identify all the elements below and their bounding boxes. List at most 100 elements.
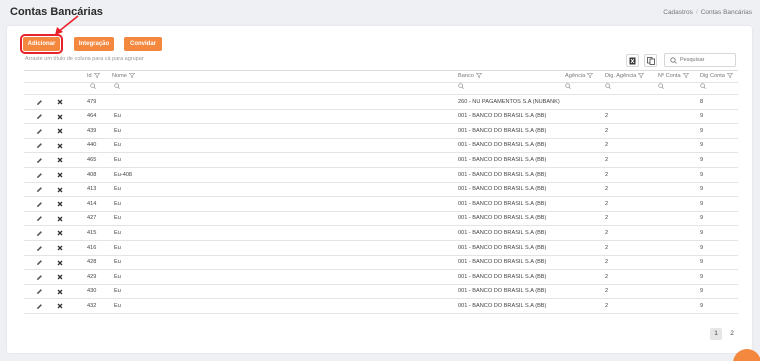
excel-export-icon <box>629 57 636 64</box>
filter-icon[interactable] <box>475 73 483 79</box>
cell-banco: 001 - BANCO DO BRASIL S.A (BB) <box>458 113 547 120</box>
pencil-icon <box>37 187 42 193</box>
filter-cell-id[interactable] <box>90 83 96 94</box>
cell-dig-conta: 8 <box>700 98 704 105</box>
delete-button[interactable] <box>57 213 63 224</box>
column-chooser-button[interactable] <box>644 54 657 67</box>
close-icon <box>57 289 63 295</box>
table-row[interactable]: 408 Eu-408 001 - BANCO DO BRASIL S.A (BB) 2… <box>24 168 738 183</box>
cell-banco: 001 - BANCO DO BRASIL S.A (BB) <box>458 288 547 295</box>
delete-button[interactable] <box>57 243 63 254</box>
edit-button[interactable] <box>36 97 43 108</box>
pencil-icon <box>37 99 42 105</box>
filter-cell-numero-conta[interactable] <box>658 83 664 94</box>
add-button[interactable]: Adicionar <box>20 34 63 54</box>
edit-button[interactable] <box>36 243 43 254</box>
page-button-1[interactable]: 1 <box>710 328 722 340</box>
delete-button[interactable] <box>57 184 63 195</box>
edit-button[interactable] <box>36 111 43 122</box>
filter-icon[interactable] <box>638 73 645 79</box>
edit-button[interactable] <box>36 272 43 283</box>
table-row[interactable]: 479 260 - NU PAGAMENTOS S.A (NUBANK) 8 <box>24 95 738 110</box>
table-row[interactable]: 413 Eu 001 - BANCO DO BRASIL S.A (BB) 2 9 <box>24 183 738 198</box>
table-row[interactable]: 429 Eu 001 - BANCO DO BRASIL S.A (BB) 2 9 <box>24 270 738 285</box>
column-header-id[interactable]: Id <box>87 71 101 82</box>
search-icon <box>605 83 611 89</box>
delete-button[interactable] <box>57 155 63 166</box>
column-header-agencia[interactable]: Agência <box>565 71 594 82</box>
cell-nome: Eu <box>114 273 121 280</box>
delete-button[interactable] <box>57 228 63 239</box>
filter-cell-agencia[interactable] <box>565 83 571 94</box>
edit-button[interactable] <box>36 199 43 210</box>
table-row[interactable]: 465 Eu 001 - BANCO DO BRASIL S.A (BB) 2 9 <box>24 153 738 168</box>
cell-dig-conta: 9 <box>700 142 704 149</box>
table-row[interactable]: 415 Eu 001 - BANCO DO BRASIL S.A (BB) 2 9 <box>24 226 738 241</box>
search-box[interactable] <box>664 53 736 67</box>
delete-button[interactable] <box>57 126 63 137</box>
edit-button[interactable] <box>36 184 43 195</box>
table-row[interactable]: 416 Eu 001 - BANCO DO BRASIL S.A (BB) 2 9 <box>24 241 738 256</box>
close-icon <box>57 201 63 207</box>
filter-cell-dig-conta[interactable] <box>700 83 706 94</box>
cell-id: 464 <box>87 113 97 120</box>
edit-button[interactable] <box>36 213 43 224</box>
edit-button[interactable] <box>36 257 43 268</box>
edit-button[interactable] <box>36 140 43 151</box>
filter-icon[interactable] <box>682 73 689 79</box>
filter-icon[interactable] <box>93 73 101 79</box>
page-button-2[interactable]: 2 <box>726 328 738 340</box>
filter-cell-banco[interactable] <box>458 83 464 94</box>
cell-dig-conta: 9 <box>700 215 704 222</box>
edit-button[interactable] <box>36 286 43 297</box>
page-header: Contas Bancárias Cadastros / Contas Bancár… <box>0 0 760 24</box>
edit-button[interactable] <box>36 301 43 312</box>
cell-banco: 001 - BANCO DO BRASIL S.A (BB) <box>458 186 547 193</box>
table-row[interactable]: 430 Eu 001 - BANCO DO BRASIL S.A (BB) 2 9 <box>24 285 738 300</box>
bank-accounts-grid: Id Nome Banco Agência Dig. Agência Nº Co… <box>24 70 738 314</box>
excel-export-button[interactable] <box>626 54 639 67</box>
table-row[interactable]: 464 Eu 001 - BANCO DO BRASIL S.A (BB) 2 9 <box>24 110 738 125</box>
delete-button[interactable] <box>57 272 63 283</box>
search-input[interactable] <box>680 55 734 65</box>
column-header-dig-conta[interactable]: Dig Conta <box>700 71 734 82</box>
table-row[interactable]: 432 Eu 001 - BANCO DO BRASIL S.A (BB) 2 9 <box>24 299 738 314</box>
table-row[interactable]: 439 Eu 001 - BANCO DO BRASIL S.A (BB) 2 9 <box>24 124 738 139</box>
column-header-banco[interactable]: Banco <box>458 71 483 82</box>
column-header-nome[interactable]: Nome <box>112 71 136 82</box>
filter-cell-nome[interactable] <box>114 83 120 94</box>
breadcrumb-item-cadastros[interactable]: Cadastros <box>663 9 693 16</box>
delete-button[interactable] <box>57 170 63 181</box>
search-icon <box>458 83 464 89</box>
pencil-icon <box>37 260 42 266</box>
breadcrumb: Cadastros / Contas Bancárias <box>663 9 752 16</box>
cell-nome: Eu <box>114 302 121 309</box>
edit-button[interactable] <box>36 155 43 166</box>
table-row[interactable]: 414 Eu 001 - BANCO DO BRASIL S.A (BB) 2 9 <box>24 197 738 212</box>
filter-icon[interactable] <box>586 73 594 79</box>
column-header-numero-conta[interactable]: Nº Conta <box>658 71 689 82</box>
table-row[interactable]: 428 Eu 001 - BANCO DO BRASIL S.A (BB) 2 9 <box>24 256 738 271</box>
pencil-icon <box>37 201 42 207</box>
delete-button[interactable] <box>57 97 63 108</box>
delete-button[interactable] <box>57 301 63 312</box>
delete-button[interactable] <box>57 257 63 268</box>
edit-button[interactable] <box>36 170 43 181</box>
filter-icon[interactable] <box>128 73 136 79</box>
table-row[interactable]: 440 Eu 001 - BANCO DO BRASIL S.A (BB) 2 9 <box>24 139 738 154</box>
delete-button[interactable] <box>57 286 63 297</box>
integration-button[interactable]: Integração <box>74 37 114 51</box>
filter-cell-dig-agencia[interactable] <box>605 83 611 94</box>
cell-dig-conta: 9 <box>700 288 704 295</box>
invite-button[interactable]: Convidar <box>124 37 162 51</box>
delete-button[interactable] <box>57 199 63 210</box>
edit-button[interactable] <box>36 228 43 239</box>
table-row[interactable]: 427 Eu 001 - BANCO DO BRASIL S.A (BB) 2 9 <box>24 212 738 227</box>
close-icon <box>57 172 63 178</box>
cell-id: 413 <box>87 186 97 193</box>
filter-icon[interactable] <box>726 73 734 79</box>
edit-button[interactable] <box>36 126 43 137</box>
delete-button[interactable] <box>57 111 63 122</box>
column-header-dig-agencia[interactable]: Dig. Agência <box>605 71 645 82</box>
delete-button[interactable] <box>57 140 63 151</box>
